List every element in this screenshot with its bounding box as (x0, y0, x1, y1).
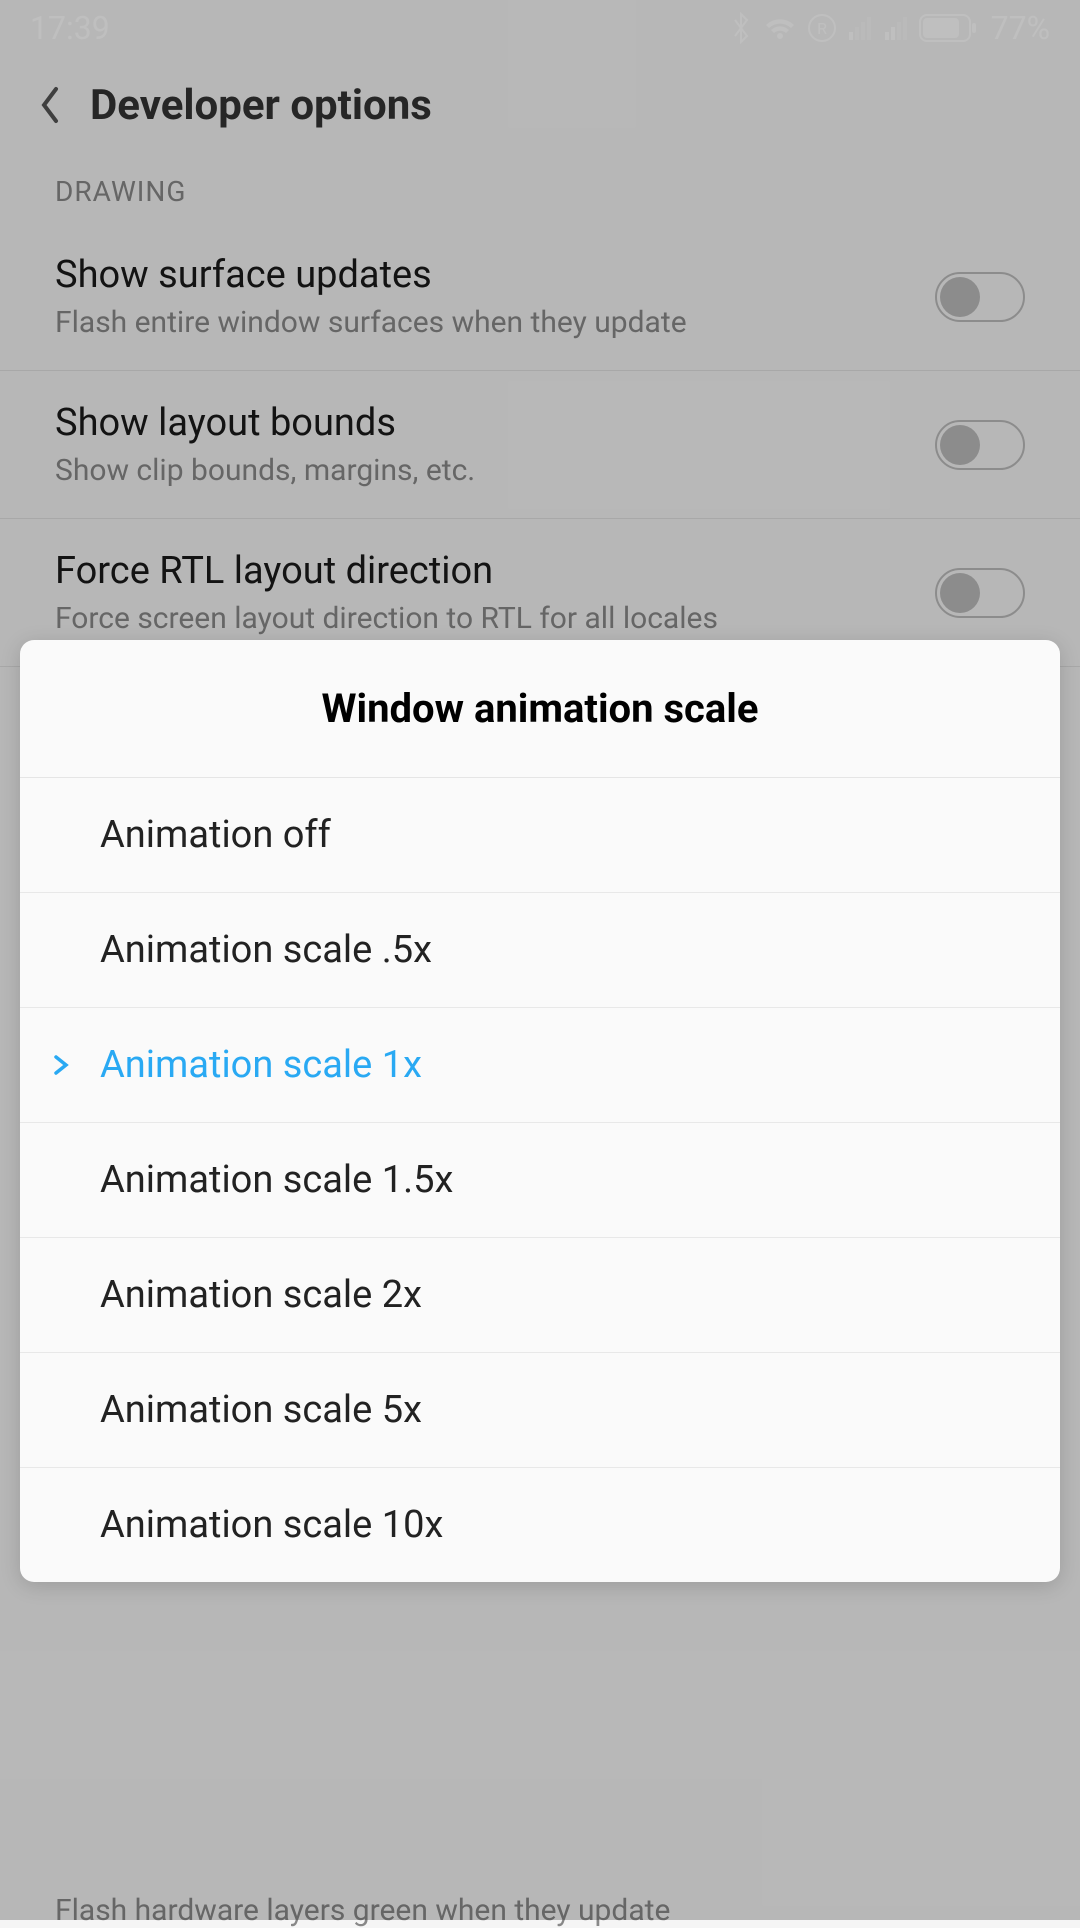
option-label: Animation scale 1.5x (100, 1158, 453, 1202)
option-label: Animation scale 10x (100, 1503, 443, 1547)
option-scale-1x[interactable]: Animation scale 1x (20, 1008, 1060, 1123)
option-scale-10x[interactable]: Animation scale 10x (20, 1468, 1060, 1582)
selected-check-icon (52, 1051, 70, 1079)
dialog-header: Window animation scale (20, 640, 1060, 778)
animation-scale-dialog: Window animation scale Animation off Ani… (20, 640, 1060, 1582)
option-animation-off[interactable]: Animation off (20, 778, 1060, 893)
dialog-title: Window animation scale (40, 685, 1040, 732)
option-scale-0-5x[interactable]: Animation scale .5x (20, 893, 1060, 1008)
option-label: Animation scale 1x (100, 1043, 422, 1087)
option-scale-1-5x[interactable]: Animation scale 1.5x (20, 1123, 1060, 1238)
option-scale-2x[interactable]: Animation scale 2x (20, 1238, 1060, 1353)
option-label: Animation scale 5x (100, 1388, 422, 1432)
option-label: Animation scale .5x (100, 928, 432, 972)
option-label: Animation off (100, 813, 331, 857)
option-scale-5x[interactable]: Animation scale 5x (20, 1353, 1060, 1468)
option-label: Animation scale 2x (100, 1273, 422, 1317)
